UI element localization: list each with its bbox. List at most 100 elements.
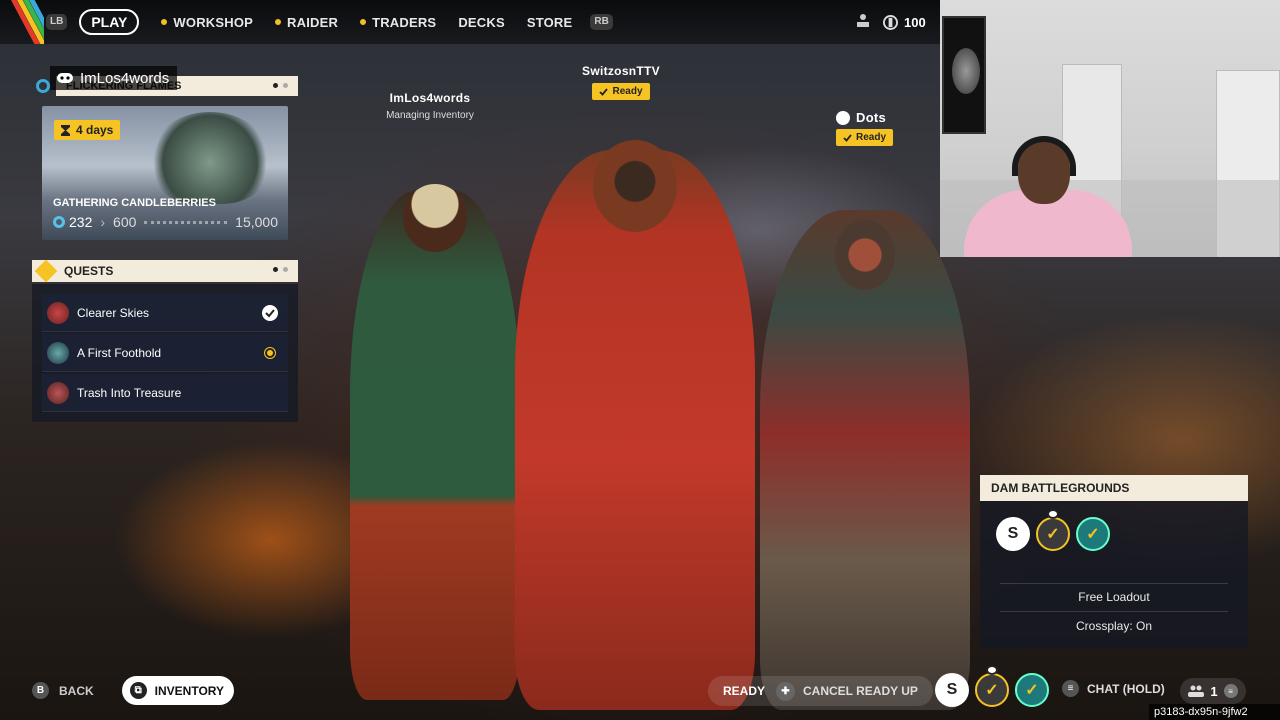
lb-button-hint: LB — [46, 14, 68, 30]
player-name: ImLos4words — [389, 91, 471, 105]
ready-controls: READY ✚ CANCEL READY UP — [708, 676, 933, 706]
notification-dot-icon — [360, 19, 367, 25]
discord-username: ImLos4words — [80, 69, 170, 87]
nav-tab-label: DECKS — [458, 14, 505, 30]
bottom-squad-icons: S ✓ ✓ — [935, 665, 1049, 707]
menu-icon: ≡ — [1223, 684, 1238, 698]
ready-badge: Ready — [836, 129, 894, 146]
chat-button[interactable]: ≡ CHAT (HOLD) — [1062, 680, 1165, 697]
quest-diamond-icon — [34, 259, 58, 283]
quests-panel: Clearer Skies A First Foothold Trash Int… — [32, 284, 298, 422]
ready-text: Ready — [856, 132, 887, 143]
tiger-poster — [942, 16, 986, 134]
ready-button[interactable]: READY — [708, 684, 776, 698]
game-logo — [0, 0, 44, 44]
chevron-right-icon: › — [100, 214, 106, 230]
nav-tab-workshop[interactable]: WORKSHOP — [161, 15, 253, 30]
pager-dot — [283, 83, 288, 88]
ready-text: Ready — [612, 86, 643, 97]
nav-tab-label: STORE — [526, 14, 573, 30]
session-code: p3183-dx95n-9jfw2 — [1149, 704, 1280, 720]
event-gear-icon — [36, 79, 50, 93]
notification-dot-icon — [275, 19, 282, 25]
quest-label: Trash Into Treasure — [77, 385, 182, 400]
event-card[interactable]: 4 days GATHERING CANDLEBERRIES 232 › 600… — [42, 106, 288, 240]
crown-icon — [1047, 509, 1059, 519]
nav-tab-decks[interactable]: DECKS — [458, 15, 505, 30]
raider-character-right — [760, 210, 970, 710]
raider-character-center — [515, 140, 755, 710]
nav-tab-traders[interactable]: TRADERS — [360, 15, 436, 30]
checkmark-icon — [843, 133, 852, 142]
divider — [1000, 611, 1228, 612]
view-button-icon: ⧉ — [129, 682, 147, 699]
squad-icons: S ✓ ✓ — [996, 509, 1110, 551]
party-count: 1 — [1210, 683, 1218, 699]
back-label: BACK — [59, 683, 94, 698]
event-progress: 232 › 600 15,000 — [53, 214, 278, 230]
menu-button-icon: ≡ — [1062, 680, 1079, 697]
player-name-row: Dots — [836, 110, 896, 125]
event-goal: 15,000 — [235, 214, 278, 230]
player-name: SwitzosnTTV — [582, 64, 660, 78]
pager-dot-active — [273, 267, 278, 272]
inventory-label: INVENTORY — [154, 683, 225, 698]
player-ready-icon: ✓ — [1076, 517, 1110, 551]
nav-tab-play[interactable]: PLAY — [79, 9, 140, 35]
discord-overlay-tag: ImLos4words — [50, 66, 178, 90]
currency-value: 100 — [904, 15, 926, 30]
days-left: 4 days — [76, 123, 114, 137]
chat-label: CHAT (HOLD) — [1087, 681, 1165, 696]
player-label-1: ImLos4words Managing Inventory — [370, 91, 490, 121]
discord-icon — [57, 73, 73, 83]
pager-dot-active — [273, 83, 278, 88]
bottom-left-actions: B BACK ⧉ INVENTORY — [32, 676, 235, 705]
ready-badge: Ready — [592, 83, 650, 100]
quest-giver-avatar — [47, 381, 69, 404]
active-quest-icon — [265, 348, 275, 358]
player-ready-icon: ✓ — [975, 665, 1009, 707]
quest-label: Clearer Skies — [77, 305, 150, 320]
pager-dot — [283, 267, 288, 272]
nav-tab-label: WORKSHOP — [173, 14, 254, 30]
player-ready-icon: ✓ — [1015, 673, 1049, 707]
quest-item[interactable]: Trash Into Treasure — [42, 374, 288, 412]
coin-icon — [883, 15, 898, 30]
progress-track — [144, 220, 228, 224]
back-button[interactable]: B BACK — [32, 682, 94, 699]
crown-icon — [836, 110, 850, 125]
party-button[interactable]: 1 ≡ — [1180, 678, 1246, 704]
event-pager — [273, 83, 288, 88]
nav-tab-raider[interactable]: RAIDER — [275, 15, 338, 30]
player-ready-icon: ✓ — [1036, 509, 1070, 551]
dpad-icon: ✚ — [776, 681, 795, 701]
nav-tab-label: TRADERS — [372, 14, 437, 30]
candleberry-tree-image — [150, 112, 270, 204]
b-button-icon: B — [32, 682, 49, 699]
map-header[interactable]: DAM BATTLEGROUNDS — [980, 475, 1248, 501]
cancel-ready-button[interactable]: ✚ CANCEL READY UP — [776, 681, 918, 701]
social-icon[interactable] — [855, 13, 871, 32]
divider — [1000, 583, 1228, 584]
event-current-value: 232 — [69, 214, 93, 230]
loadout-label: Free Loadout — [1078, 590, 1150, 604]
quest-giver-avatar — [47, 301, 69, 324]
nav-tab-store[interactable]: STORE — [527, 15, 573, 30]
main-nav: LB PLAY WORKSHOP RAIDER TRADERS DECKS ST… — [46, 9, 613, 35]
cancel-ready-label: CANCEL READY UP — [803, 684, 918, 698]
hourglass-icon — [61, 124, 70, 136]
notification-dot-icon — [161, 19, 168, 25]
nav-tab-label: RAIDER — [287, 14, 339, 30]
quests-pager — [273, 267, 288, 272]
player-label-2: SwitzosnTTV Ready — [561, 64, 681, 101]
quests-title: QUESTS — [64, 264, 114, 278]
player-emblem-icon: S — [996, 517, 1030, 551]
quest-item[interactable]: A First Foothold — [42, 334, 288, 372]
quests-header[interactable]: QUESTS — [32, 259, 298, 283]
party-icon — [1188, 685, 1205, 697]
player-status: Managing Inventory — [386, 110, 474, 121]
quest-item[interactable]: Clearer Skies — [42, 294, 288, 332]
map-panel: S ✓ ✓ Free Loadout Crossplay: On — [980, 501, 1248, 649]
rb-button-hint: RB — [590, 14, 613, 30]
inventory-button[interactable]: ⧉ INVENTORY — [121, 676, 235, 705]
